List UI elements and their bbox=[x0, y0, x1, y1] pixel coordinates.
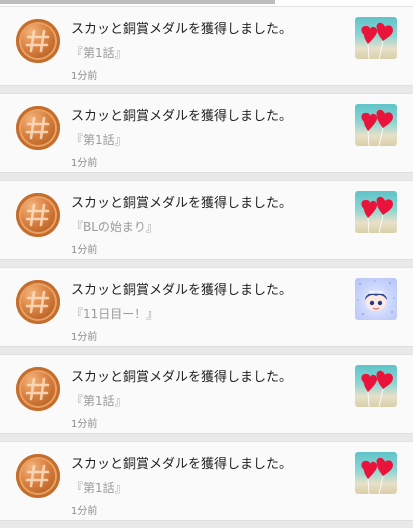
bronze-medal-icon bbox=[16, 280, 60, 324]
timestamp: 1分前 bbox=[71, 158, 98, 169]
notification-item[interactable]: スカッと銅賞メダルを獲得しました。 『11日目ー！』 1分前 bbox=[0, 267, 413, 347]
notification-message: スカッと銅賞メダルを獲得しました。 bbox=[71, 283, 293, 298]
bronze-medal-icon bbox=[16, 193, 60, 237]
notification-item[interactable]: スカッと銅賞メダルを獲得しました。 『第1話』 1分前 bbox=[0, 93, 413, 173]
timestamp: 1分前 bbox=[71, 71, 98, 82]
notification-message: スカッと銅賞メダルを獲得しました。 bbox=[71, 457, 293, 472]
episode-title: 『11日目ー！』 bbox=[71, 307, 159, 321]
hearts-thumbnail-icon[interactable] bbox=[355, 191, 397, 233]
episode-title: 『BLの始まり』 bbox=[71, 220, 158, 234]
bronze-medal-icon bbox=[16, 106, 60, 150]
scroll-indicator-bar bbox=[0, 0, 275, 4]
hearts-thumbnail-icon[interactable] bbox=[355, 365, 397, 407]
timestamp: 1分前 bbox=[71, 419, 98, 430]
notification-item[interactable]: スカッと銅賞メダルを獲得しました。 『第1話』 1分前 bbox=[0, 354, 413, 434]
notification-item[interactable]: スカッと銅賞メダルを獲得しました。 『BLの始まり』 1分前 bbox=[0, 180, 413, 260]
notification-message: スカッと銅賞メダルを獲得しました。 bbox=[71, 196, 293, 211]
notification-message: スカッと銅賞メダルを獲得しました。 bbox=[71, 22, 293, 37]
episode-title: 『第1話』 bbox=[71, 481, 127, 495]
timestamp: 1分前 bbox=[71, 506, 98, 517]
hearts-thumbnail-icon[interactable] bbox=[355, 104, 397, 146]
episode-title: 『第1話』 bbox=[71, 46, 127, 60]
notification-message: スカッと銅賞メダルを獲得しました。 bbox=[71, 109, 293, 124]
notification-item[interactable]: スカッと銅賞メダルを獲得しました。 『第1話』 1分前 bbox=[0, 6, 413, 86]
anime-character-thumbnail-icon[interactable] bbox=[355, 278, 397, 320]
notification-message: スカッと銅賞メダルを獲得しました。 bbox=[71, 370, 293, 385]
hearts-thumbnail-icon[interactable] bbox=[355, 452, 397, 494]
timestamp: 1分前 bbox=[71, 332, 98, 343]
bronze-medal-icon bbox=[16, 19, 60, 63]
episode-title: 『第1話』 bbox=[71, 394, 127, 408]
notification-item[interactable]: スカッと銅賞メダルを獲得しました。 『第1話』 1分前 bbox=[0, 441, 413, 521]
hearts-thumbnail-icon[interactable] bbox=[355, 17, 397, 59]
bronze-medal-icon bbox=[16, 454, 60, 498]
episode-title: 『第1話』 bbox=[71, 133, 127, 147]
timestamp: 1分前 bbox=[71, 245, 98, 256]
notification-list: スカッと銅賞メダルを獲得しました。 『第1話』 1分前 スカッと銅賞メダルを獲得… bbox=[0, 6, 413, 528]
bronze-medal-icon bbox=[16, 367, 60, 411]
